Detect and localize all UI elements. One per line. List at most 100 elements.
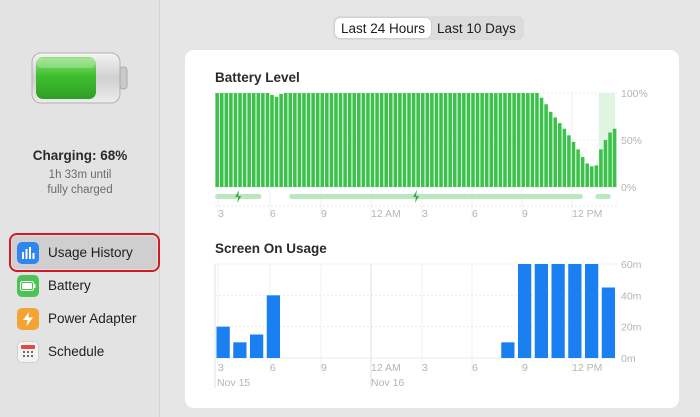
battery-y-tick: 50% bbox=[621, 135, 642, 147]
sidebar-item-power-adapter[interactable]: Power Adapter bbox=[12, 302, 157, 335]
battery-bar bbox=[306, 93, 311, 187]
battery-bar bbox=[329, 93, 334, 187]
screen-y-tick: 20m bbox=[621, 322, 642, 334]
battery-bar bbox=[612, 128, 617, 187]
battery-x-tick: 3 bbox=[218, 208, 224, 220]
battery-bar bbox=[507, 93, 512, 187]
screen-bar bbox=[601, 287, 615, 358]
battery-charging-icon bbox=[31, 52, 128, 104]
battery-x-tick: 12 AM bbox=[371, 208, 401, 220]
battery-bar bbox=[521, 93, 526, 187]
battery-x-tick: 9 bbox=[522, 208, 528, 220]
usage-history-card: Battery Level Screen On Usage 100% 50% 0% 3… bbox=[185, 50, 679, 408]
sidebar-item-battery[interactable]: Battery bbox=[12, 269, 157, 302]
screen-bar bbox=[501, 342, 515, 358]
battery-bar bbox=[251, 93, 256, 187]
battery-bar bbox=[430, 93, 434, 187]
battery-bar bbox=[539, 97, 544, 187]
charge-status-title: Charging: 68% bbox=[32, 148, 128, 163]
screen-bar bbox=[266, 295, 280, 358]
battery-bar bbox=[347, 93, 352, 187]
sidebar-item-label: Battery bbox=[48, 278, 91, 293]
battery-bar bbox=[407, 93, 411, 187]
battery-bar bbox=[580, 156, 585, 187]
battery-bar bbox=[293, 93, 297, 187]
battery-bar bbox=[242, 93, 247, 187]
screen-x-tick: 9 bbox=[321, 362, 327, 374]
sidebar-item-schedule[interactable]: Schedule bbox=[12, 335, 157, 368]
battery-bar bbox=[535, 93, 539, 187]
screen-bar bbox=[585, 264, 599, 358]
battery-y-tick: 0% bbox=[621, 182, 636, 194]
sidebar-nav: Usage History Battery Power Adapter Sche… bbox=[9, 233, 160, 368]
battery-bar bbox=[480, 93, 484, 187]
sidebar-item-label: Power Adapter bbox=[48, 311, 137, 326]
battery-bar bbox=[361, 93, 366, 187]
battery-bar bbox=[279, 93, 283, 187]
battery-bar bbox=[384, 93, 388, 187]
charge-sub-line2: fully charged bbox=[47, 184, 113, 196]
charging-indicator-bar bbox=[289, 194, 583, 199]
battery-bar bbox=[484, 93, 489, 187]
calendar-icon bbox=[17, 340, 39, 363]
bar-chart-icon bbox=[17, 241, 39, 264]
battery-bar bbox=[526, 93, 530, 187]
battery-x-tick: 3 bbox=[422, 208, 428, 220]
battery-icon bbox=[17, 274, 39, 297]
screen-x-tick: 12 PM bbox=[572, 362, 602, 374]
battery-bar bbox=[471, 93, 475, 187]
battery-bar bbox=[603, 140, 608, 187]
battery-bar bbox=[558, 123, 562, 187]
battery-bar bbox=[388, 93, 393, 187]
battery-bar bbox=[224, 93, 229, 187]
battery-bar bbox=[379, 93, 384, 187]
battery-bar bbox=[494, 93, 498, 187]
battery-bar bbox=[462, 93, 466, 187]
battery-bar bbox=[315, 93, 320, 187]
battery-bar bbox=[439, 93, 443, 187]
tab-last-10-days[interactable]: Last 10 Days bbox=[431, 18, 522, 38]
sidebar-item-label: Schedule bbox=[48, 344, 105, 359]
battery-bar bbox=[599, 149, 603, 187]
battery-bar bbox=[325, 93, 329, 187]
usage-charts: 100% 50% 0% 3 6 9 12 AM 3 6 9 12 PM 60m 40m 20m 0m 3 6 9 1… bbox=[214, 88, 648, 389]
battery-bar bbox=[302, 93, 306, 187]
tab-last-24-hours[interactable]: Last 24 Hours bbox=[335, 18, 432, 38]
charging-bolt-icon bbox=[413, 190, 419, 203]
battery-bar bbox=[457, 93, 462, 187]
sidebar-item-usage-history[interactable]: Usage History bbox=[9, 233, 160, 272]
sidebar-item-label: Usage History bbox=[48, 245, 133, 260]
screen-y-tick: 0m bbox=[621, 353, 636, 365]
screen-x-tick: 6 bbox=[472, 362, 478, 374]
battery-bar bbox=[562, 128, 567, 187]
sidebar: Charging: 68% 1h 33m until fully charged… bbox=[0, 0, 160, 417]
battery-bar bbox=[320, 93, 325, 187]
battery-bar bbox=[247, 93, 251, 187]
battery-bar bbox=[576, 149, 580, 187]
battery-bar bbox=[238, 93, 242, 187]
battery-bar bbox=[420, 93, 425, 187]
battery-bar bbox=[448, 93, 452, 187]
battery-bar bbox=[311, 93, 315, 187]
screen-x-tick: 9 bbox=[522, 362, 528, 374]
battery-bar bbox=[475, 93, 480, 187]
screen-bar bbox=[216, 326, 230, 358]
battery-bar bbox=[343, 93, 347, 187]
battery-bar bbox=[229, 93, 233, 187]
battery-bar bbox=[215, 93, 219, 187]
battery-bar bbox=[393, 93, 398, 187]
battery-bar bbox=[589, 166, 594, 187]
battery-bar bbox=[608, 132, 612, 187]
charge-time-remaining: 1h 33m until fully charged bbox=[0, 168, 160, 198]
battery-bar bbox=[274, 96, 279, 187]
battery-bar bbox=[357, 93, 361, 187]
battery-bar bbox=[334, 93, 338, 187]
battery-bar bbox=[398, 93, 402, 187]
battery-bar bbox=[283, 93, 288, 187]
battery-bar bbox=[270, 94, 274, 187]
battery-bar bbox=[567, 135, 571, 187]
battery-bar bbox=[452, 93, 457, 187]
battery-bar bbox=[297, 93, 302, 187]
battery-bar bbox=[516, 93, 521, 187]
screen-x-tick: 12 AM bbox=[371, 362, 401, 374]
